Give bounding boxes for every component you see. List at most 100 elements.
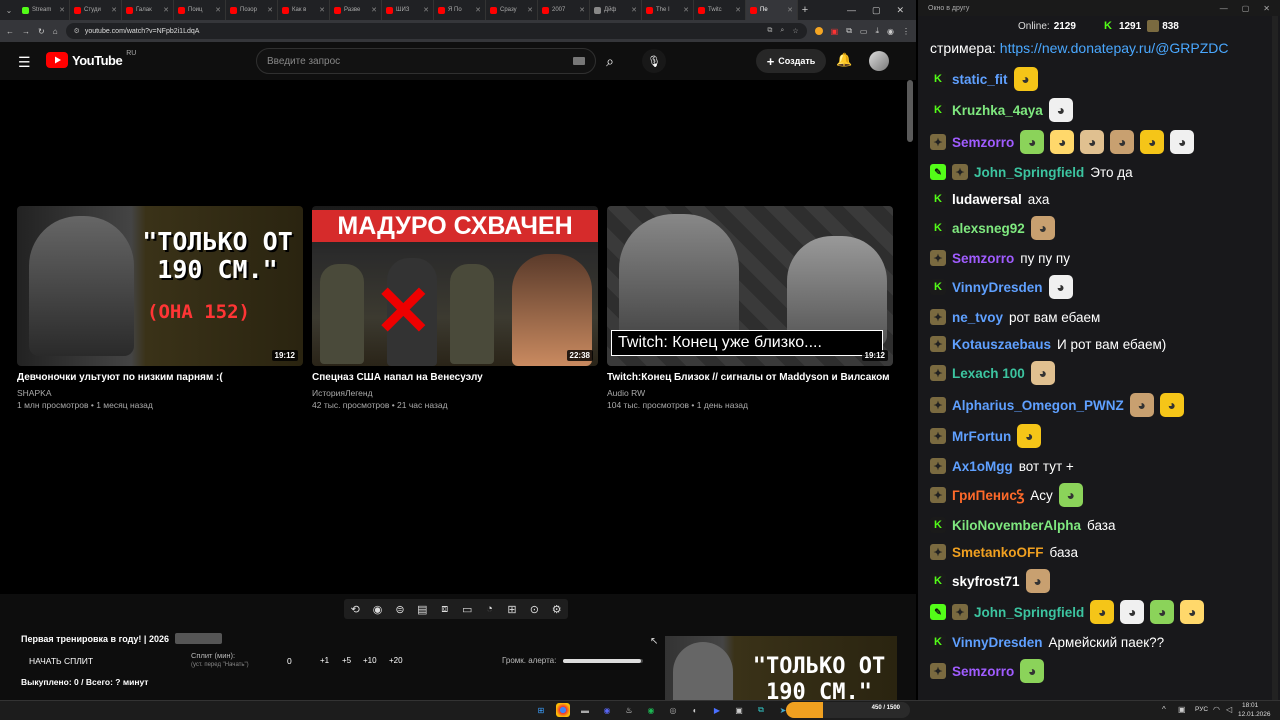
- youtube-logo[interactable]: YouTube RU: [46, 50, 136, 68]
- loop-icon[interactable]: ⟲: [346, 600, 364, 618]
- chat-username[interactable]: skyfrost71: [952, 574, 1020, 589]
- chat-username[interactable]: Alpharius_Omegon_PWNZ: [952, 398, 1124, 413]
- chat-username[interactable]: John_Springfield: [974, 605, 1084, 620]
- steam-icon[interactable]: ♨: [622, 703, 636, 717]
- reload-icon[interactable]: ↻: [38, 27, 45, 36]
- chat-username[interactable]: SmetankoOFF: [952, 545, 1044, 560]
- audio-icon[interactable]: ◉: [369, 600, 387, 618]
- tab-search-icon[interactable]: ⌄: [0, 0, 18, 20]
- forward-icon[interactable]: →: [22, 27, 30, 36]
- chat-username[interactable]: static_fit: [952, 72, 1008, 87]
- menu-dots-icon[interactable]: ⋮: [902, 27, 910, 36]
- search-button[interactable]: ⌕: [596, 48, 624, 74]
- video-thumbnail[interactable]: Twitch: Конец уже близко.... 19:12: [607, 206, 893, 366]
- stats-icon[interactable]: ◔: [481, 600, 499, 618]
- chat-username[interactable]: Lexach 100: [952, 366, 1025, 381]
- pip-icon[interactable]: ⧈: [436, 600, 454, 618]
- hamburger-menu-icon[interactable]: ☰: [18, 54, 31, 71]
- channel-name[interactable]: Audio RW: [607, 387, 893, 399]
- channel-name[interactable]: ИсторияЛегенд: [312, 387, 598, 399]
- tab-close-icon[interactable]: ✕: [579, 6, 585, 14]
- tab-close-icon[interactable]: ✕: [787, 6, 793, 14]
- home-icon[interactable]: ⌂: [53, 27, 58, 36]
- chat-username[interactable]: VinnyDresden: [952, 635, 1043, 650]
- sidebar-icon[interactable]: ▭: [860, 27, 868, 36]
- chat-scrollbar[interactable]: [1272, 16, 1278, 700]
- preview-thumbnail[interactable]: "ТОЛЬКО ОТ 190 СМ.": [665, 636, 897, 700]
- chat-username[interactable]: ГриПенисꝢ: [952, 486, 1024, 504]
- start-split-button[interactable]: НАЧАТЬ СПЛИТ: [29, 656, 93, 666]
- tray-chevron-icon[interactable]: ^: [1162, 705, 1166, 714]
- chat-username[interactable]: Semzorro: [952, 664, 1014, 679]
- chat-username[interactable]: Kruzhka_4aya: [952, 103, 1043, 118]
- app-icon[interactable]: ⧉: [754, 703, 768, 717]
- new-tab-icon[interactable]: +: [798, 4, 812, 16]
- tab-close-icon[interactable]: ✕: [475, 6, 481, 14]
- browser-tab[interactable]: Я По ✕: [434, 0, 486, 20]
- video-thumbnail[interactable]: МАДУРО СХВАЧЕН ✕ 22:38: [312, 206, 598, 366]
- search-input[interactable]: Введите запрос: [256, 48, 596, 74]
- tab-close-icon[interactable]: ✕: [163, 6, 169, 14]
- increment-1-button[interactable]: +1: [320, 656, 329, 665]
- browser-tab[interactable]: Как в ✕: [278, 0, 330, 20]
- extension-badge-icon[interactable]: ▣: [831, 27, 839, 36]
- chat-minimize-icon[interactable]: —: [1220, 4, 1228, 13]
- obs-icon[interactable]: ◎: [666, 703, 680, 717]
- chat-username[interactable]: John_Springfield: [974, 165, 1084, 180]
- increment-10-button[interactable]: +10: [363, 656, 377, 665]
- discord-icon[interactable]: ◉: [600, 703, 614, 717]
- browser-tab[interactable]: Студи ✕: [70, 0, 122, 20]
- chat-username[interactable]: alexsneg92: [952, 221, 1025, 236]
- install-icon[interactable]: ⧉: [767, 27, 772, 35]
- tab-close-icon[interactable]: ✕: [371, 6, 377, 14]
- bookmark-star-icon[interactable]: ☆: [792, 27, 798, 35]
- extension-icon[interactable]: [814, 27, 823, 35]
- clock-time[interactable]: 18:01: [1242, 702, 1258, 709]
- chat-username[interactable]: VinnyDresden: [952, 280, 1043, 295]
- browser-tab[interactable]: ШИЗ ✕: [382, 0, 434, 20]
- close-window-icon[interactable]: ✕: [896, 5, 904, 16]
- keyboard-icon[interactable]: [573, 57, 585, 65]
- create-button[interactable]: + Создать: [756, 49, 826, 73]
- split-value[interactable]: 0: [287, 656, 292, 666]
- video-title[interactable]: Twitch:Конец Близок // сигналы от Maddys…: [607, 372, 893, 383]
- browser-tab[interactable]: Дйф ✕: [590, 0, 642, 20]
- chat-username[interactable]: KiloNovemberAlpha: [952, 518, 1081, 533]
- profile-icon[interactable]: ◉: [887, 27, 894, 36]
- minimize-icon[interactable]: —: [847, 5, 856, 16]
- donation-goal-widget[interactable]: 450 / 1500: [786, 702, 910, 718]
- chat-username[interactable]: ne_tvoy: [952, 310, 1003, 325]
- site-info-icon[interactable]: ⚙: [74, 27, 80, 35]
- speaker-icon[interactable]: ◁: [1226, 705, 1232, 714]
- tab-close-icon[interactable]: ✕: [111, 6, 117, 14]
- chat-username[interactable]: Semzorro: [952, 251, 1014, 266]
- download-icon[interactable]: ⤓: [875, 26, 879, 36]
- zoom-icon[interactable]: ⌕: [780, 27, 784, 35]
- voice-search-button[interactable]: 🎙: [642, 49, 666, 73]
- screenshot-icon[interactable]: ⊙: [525, 600, 543, 618]
- tab-close-icon[interactable]: ✕: [527, 6, 533, 14]
- notifications-bell-icon[interactable]: 🔔: [836, 52, 852, 68]
- video-title[interactable]: Спецназ США напал на Венесуэлу: [312, 372, 598, 383]
- speed-icon[interactable]: ⊜: [391, 600, 409, 618]
- language-indicator[interactable]: РУС: [1195, 706, 1208, 713]
- browser-tab[interactable]: Галак ✕: [122, 0, 174, 20]
- extensions-puzzle-icon[interactable]: ⧉: [846, 26, 852, 36]
- address-input[interactable]: ⚙ youtube.com/watch?v=NFpb2i1LdqA ⧉ ⌕ ☆: [65, 23, 807, 39]
- spotify-icon[interactable]: ◉: [644, 703, 658, 717]
- chat-username[interactable]: Semzorro: [952, 135, 1014, 150]
- video-card[interactable]: "ТОЛЬКО ОТ 190 СМ." (ОНА 152) 19:12 Девч…: [17, 206, 303, 411]
- browser-tab[interactable]: Stream ✕: [18, 0, 70, 20]
- wifi-icon[interactable]: ◠: [1213, 705, 1220, 714]
- video-thumbnail[interactable]: "ТОЛЬКО ОТ 190 СМ." (ОНА 152) 19:12: [17, 206, 303, 366]
- alert-volume-slider[interactable]: [563, 659, 643, 663]
- tray-icon[interactable]: ▣: [1178, 705, 1186, 714]
- increment-20-button[interactable]: +20: [389, 656, 403, 665]
- tab-close-icon[interactable]: ✕: [423, 6, 429, 14]
- windows-start-icon[interactable]: ⊞: [534, 703, 548, 717]
- tab-close-icon[interactable]: ✕: [319, 6, 325, 14]
- browser-tab[interactable]: Twitc ✕: [694, 0, 746, 20]
- chrome-icon[interactable]: [556, 703, 570, 717]
- increment-5-button[interactable]: +5: [342, 656, 351, 665]
- browser-tab[interactable]: Сразу ✕: [486, 0, 538, 20]
